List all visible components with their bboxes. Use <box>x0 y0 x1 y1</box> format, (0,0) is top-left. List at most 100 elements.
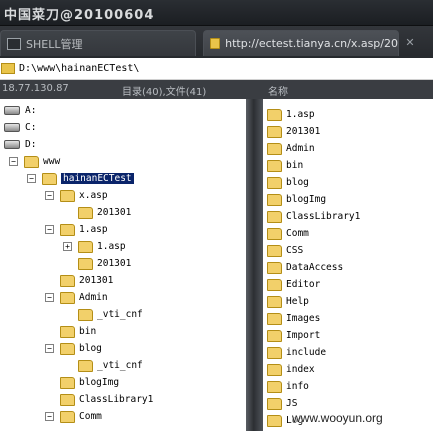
folder-icon <box>60 189 75 202</box>
tree-drive-item[interactable]: A: <box>4 102 36 119</box>
list-item-label: CSS <box>286 245 304 256</box>
list-item[interactable]: DataAccess <box>267 259 343 276</box>
list-item[interactable]: blog <box>267 174 309 191</box>
list-item[interactable]: index <box>267 361 315 378</box>
tab-shell-manager[interactable]: SHELL管理 <box>0 30 196 56</box>
folder-icon <box>78 206 93 219</box>
folder-icon <box>267 108 282 121</box>
tree-drive-item[interactable]: C: <box>4 119 36 136</box>
tree-folder-item[interactable]: blogImg <box>60 374 119 391</box>
tree-folder-item[interactable]: 201301 <box>60 272 113 289</box>
tab-bar: SHELL管理 http://ectest.tianya.cn/x.asp/20… <box>0 26 433 58</box>
tree-item-label: 201301 <box>97 258 132 269</box>
tree-folder-item[interactable]: _vti_cnf <box>78 306 143 323</box>
list-item[interactable]: Admin <box>267 140 315 157</box>
folder-icon <box>267 414 282 427</box>
list-item[interactable]: JS <box>267 395 297 412</box>
expand-toggle[interactable]: − <box>45 293 54 302</box>
expand-toggle[interactable]: − <box>45 412 54 421</box>
folder-icon <box>267 261 282 274</box>
tree-folder-item[interactable]: Comm <box>60 408 102 425</box>
expand-toggle[interactable]: − <box>45 191 54 200</box>
folder-icon <box>267 380 282 393</box>
tree-folder-item[interactable]: ClassLibrary1 <box>60 391 153 408</box>
host-ip: 18.77.130.87 <box>2 83 69 94</box>
tree-folder-item[interactable]: 1.asp <box>78 238 126 255</box>
list-item-label: Images <box>286 313 321 324</box>
column-header-name[interactable]: 名称 <box>268 83 288 98</box>
tab-label: SHELL管理 <box>26 37 83 51</box>
tree-folder-item[interactable]: blog <box>60 340 102 357</box>
expand-toggle[interactable]: − <box>27 174 36 183</box>
folder-icon <box>267 210 282 223</box>
folder-icon <box>78 240 93 253</box>
tree-folder-item[interactable]: _vti_cnf <box>78 357 143 374</box>
directory-tree[interactable]: A: C: D: − www − hainanECTest − x.asp 201301−1.as… <box>0 99 246 431</box>
folder-icon <box>267 346 282 359</box>
expand-toggle[interactable]: + <box>63 242 72 251</box>
tree-folder-item[interactable]: hainanECTest <box>42 170 134 187</box>
tree-item-label: blog <box>79 343 102 354</box>
path-bar: D:\www\hainanECTest\ <box>0 58 433 80</box>
folder-icon <box>267 159 282 172</box>
list-item[interactable]: bin <box>267 157 303 174</box>
expand-toggle[interactable]: − <box>9 157 18 166</box>
list-item[interactable]: include <box>267 344 326 361</box>
folder-icon <box>42 172 57 185</box>
list-item-label: blogImg <box>286 194 327 205</box>
list-item-label: Comm <box>286 228 309 239</box>
list-item-label: 201301 <box>286 126 321 137</box>
tree-folder-item[interactable]: 1.asp <box>60 221 108 238</box>
list-item-label: ClassLibrary1 <box>286 211 361 222</box>
list-item[interactable]: 201301 <box>267 123 320 140</box>
tree-item-label: A: <box>25 105 37 116</box>
tree-folder-item[interactable]: 201301 <box>78 255 131 272</box>
list-item-label: Help <box>286 296 309 307</box>
list-item-label: JS <box>286 398 298 409</box>
expand-toggle[interactable]: − <box>45 344 54 353</box>
tab-file-manager[interactable]: http://ectest.tianya.cn/x.asp/20 <box>203 30 399 56</box>
tree-item-label: 201301 <box>79 275 114 286</box>
list-item[interactable]: Help <box>267 293 309 310</box>
expand-toggle[interactable]: − <box>45 225 54 234</box>
tree-folder-item[interactable]: bin <box>60 323 96 340</box>
folder-icon <box>1 63 15 74</box>
list-item[interactable]: Editor <box>267 276 320 293</box>
drive-icon <box>4 140 20 149</box>
list-item[interactable]: 1.asp <box>267 106 315 123</box>
close-tab-icon[interactable]: ✕ <box>403 36 417 50</box>
tree-folder-item[interactable]: Admin <box>60 289 108 306</box>
list-item[interactable]: Comm <box>267 225 309 242</box>
list-item[interactable]: ClassLibrary1 <box>267 208 360 225</box>
folder-icon <box>60 274 75 287</box>
list-item[interactable]: Import <box>267 327 320 344</box>
list-item[interactable]: info <box>267 378 309 395</box>
list-item-label: blog <box>286 177 309 188</box>
window-title: 中国菜刀@20100604 <box>4 8 155 23</box>
tree-folder-item[interactable]: 201301 <box>78 204 131 221</box>
folder-icon <box>267 397 282 410</box>
tree-drive-item[interactable]: D: <box>4 136 36 153</box>
list-item[interactable]: CSS <box>267 242 303 259</box>
tree-folder-item[interactable]: www <box>24 153 60 170</box>
list-item[interactable]: blogImg <box>267 191 326 208</box>
folder-icon <box>267 329 282 342</box>
folder-icon <box>210 38 221 49</box>
file-list[interactable]: 1.asp 201301 Admin bin blog blogImg ClassLibra… <box>263 99 433 431</box>
folder-icon <box>78 359 93 372</box>
list-item[interactable]: Images <box>267 310 320 327</box>
pane-splitter[interactable] <box>246 99 263 431</box>
folder-icon <box>60 223 75 236</box>
tree-folder-item[interactable]: x.asp <box>60 187 108 204</box>
list-item-label: info <box>286 381 309 392</box>
folder-icon <box>267 193 282 206</box>
info-header: 18.77.130.87 目录(40),文件(41) 名称 <box>0 80 433 99</box>
path-input[interactable]: D:\www\hainanECTest\ <box>19 63 139 74</box>
tree-item-label: blogImg <box>79 377 120 388</box>
folder-icon <box>78 257 93 270</box>
folder-icon <box>60 410 75 423</box>
tree-item-label: C: <box>25 122 37 133</box>
folder-icon <box>267 244 282 257</box>
folder-icon <box>267 312 282 325</box>
drive-icon <box>4 106 20 115</box>
